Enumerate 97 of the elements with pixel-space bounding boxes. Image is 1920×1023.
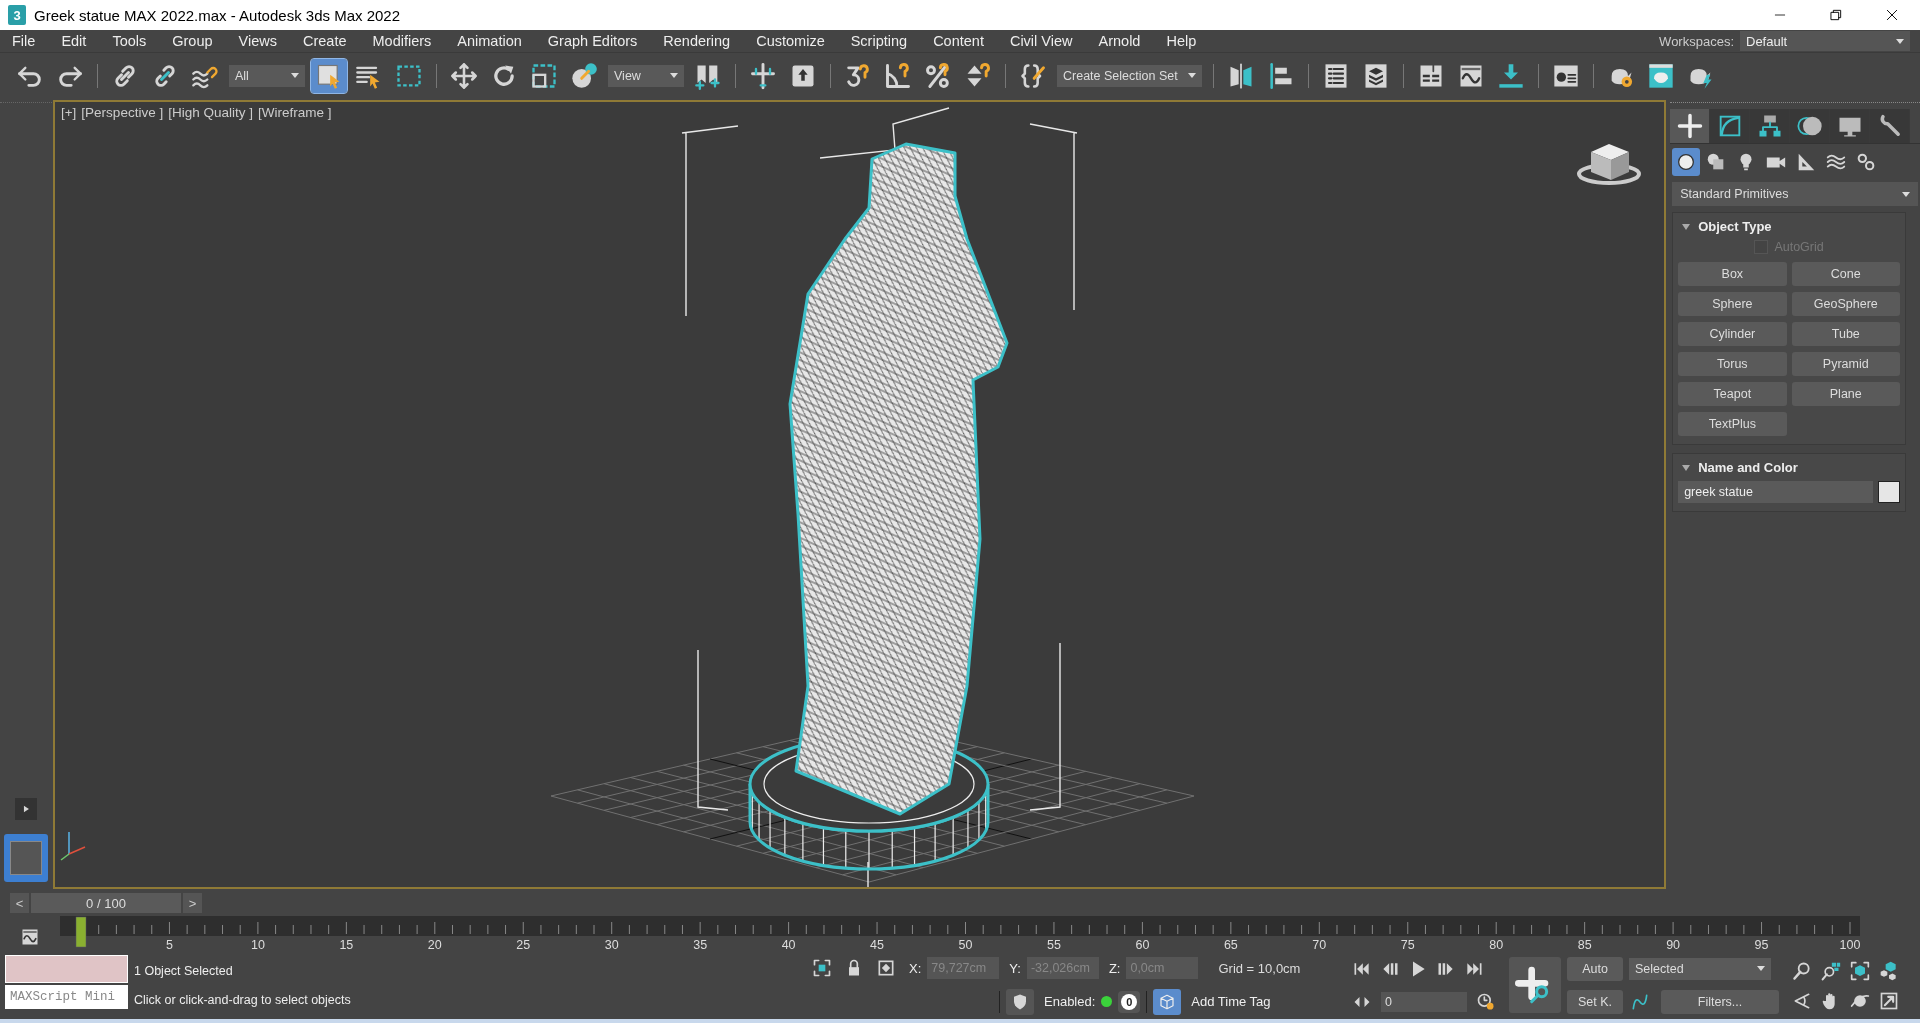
primitive-button[interactable]: GeoSphere — [1791, 292, 1900, 316]
menu-item[interactable]: Help — [1154, 30, 1209, 52]
primitive-button[interactable]: TextPlus — [1678, 412, 1787, 436]
view-cube[interactable] — [1576, 144, 1641, 185]
frame-number: 20 — [427, 938, 442, 952]
frame-number: 40 — [781, 938, 796, 952]
primitive-button[interactable]: Pyramid — [1791, 352, 1900, 376]
frame-number: 45 — [870, 938, 884, 952]
next-frame-button[interactable]: > — [183, 893, 202, 913]
shield-icon[interactable] — [1006, 988, 1034, 1015]
close-icon[interactable] — [1884, 7, 1900, 23]
plus-icon[interactable] — [1670, 109, 1711, 143]
frame-number: 95 — [1754, 938, 1769, 952]
frame-number: 80 — [1489, 938, 1504, 952]
primitive-button[interactable]: Torus — [1678, 352, 1787, 376]
toolbar-dropdown[interactable]: Create Selection Set — [1057, 64, 1202, 87]
primitive-button[interactable]: Box — [1678, 262, 1787, 286]
axis-tripod-icon — [60, 831, 86, 861]
track-bar[interactable] — [60, 916, 1860, 936]
cube-icon[interactable] — [1153, 988, 1182, 1015]
menu-item[interactable]: Edit — [49, 30, 99, 52]
enabled-label: Enabled: — [1044, 994, 1096, 1010]
frame-number: 55 — [1047, 938, 1061, 952]
menu-item[interactable]: Views — [226, 30, 289, 52]
coordinate-label: Y: — [1009, 960, 1021, 976]
primitive-button[interactable]: Cylinder — [1678, 322, 1787, 346]
frame-number: 15 — [339, 938, 354, 952]
wrench-icon[interactable] — [1870, 109, 1911, 143]
primitive-button[interactable]: Cone — [1791, 262, 1900, 286]
menu-item[interactable]: Tools — [100, 30, 159, 52]
time-slider-thumb[interactable]: 0 / 100 — [31, 893, 181, 913]
frame-number: 35 — [693, 938, 708, 952]
primitive-button[interactable]: Sphere — [1678, 292, 1787, 316]
menu-item[interactable]: Modifiers — [360, 30, 444, 52]
menu-item[interactable]: Civil View — [997, 30, 1085, 52]
toolbar-dropdown[interactable]: All — [229, 64, 305, 87]
viewport-label[interactable]: [Perspective ] — [81, 105, 164, 120]
menu-item[interactable]: Customize — [744, 30, 837, 52]
primitive-button[interactable]: Plane — [1791, 382, 1900, 406]
workspaces-dropdown[interactable]: Default — [1740, 31, 1910, 51]
viewport-label[interactable]: [High Quality ] — [168, 105, 253, 120]
frame-number: 85 — [1577, 938, 1592, 952]
object-name-field[interactable]: greek statue — [1678, 481, 1873, 503]
frame-marker[interactable] — [75, 916, 87, 948]
key-plus-icon[interactable] — [1509, 957, 1561, 1013]
primitive-button[interactable]: Tube — [1791, 322, 1900, 346]
frame-number: 90 — [1666, 938, 1681, 952]
coordinate-label: X: — [909, 960, 922, 976]
viewport-label[interactable]: [+] — [60, 105, 77, 120]
selection-status: 1 Object Selected — [134, 963, 234, 978]
menu-item[interactable]: Animation — [445, 30, 534, 52]
menu-item[interactable]: Rendering — [651, 30, 743, 52]
window-title: Greek statue MAX 2022.max - Autodesk 3ds Max 2022 — [34, 6, 402, 24]
count-badge: 0 — [1118, 990, 1141, 1013]
frame-number: 65 — [1223, 938, 1238, 952]
menu-item[interactable]: Group — [160, 30, 225, 52]
select-object-icon[interactable] — [311, 58, 347, 93]
maxscript-field[interactable]: MAXScript Mini — [5, 985, 128, 1009]
menu-item[interactable]: Content — [921, 30, 996, 52]
key-filter-dropdown[interactable]: Selected — [1629, 957, 1771, 980]
coordinate-label: Z: — [1108, 960, 1121, 976]
workspaces-label: Workspaces: — [1659, 33, 1734, 49]
viewport-label[interactable]: [Wireframe ] — [257, 105, 332, 120]
category-dropdown[interactable]: Standard Primitives — [1672, 182, 1918, 206]
menu-item[interactable]: Scripting — [838, 30, 920, 52]
rollout-header[interactable]: Object Type — [1678, 219, 1772, 234]
menu-item[interactable]: Create — [290, 30, 359, 52]
frame-number: 30 — [604, 938, 619, 952]
frame-number: 70 — [1312, 938, 1327, 952]
frame-number: 100 — [1839, 938, 1860, 952]
frame-number: 50 — [958, 938, 973, 952]
add-time-tag-link[interactable]: Add Time Tag — [1191, 994, 1271, 1010]
previous-frame-button[interactable]: < — [10, 893, 29, 913]
frame-number: 5 — [165, 938, 173, 952]
frame-number: 60 — [1135, 938, 1150, 952]
restore-icon[interactable] — [1828, 7, 1844, 23]
menu-item[interactable]: File — [0, 30, 48, 52]
set-key-button[interactable]: Set K. — [1567, 990, 1623, 1015]
perspective-viewport[interactable]: [+] [Perspective ] [High Quality ] [Wireframe ] — [54, 102, 1665, 887]
rollout-header[interactable]: Name and Color — [1678, 460, 1798, 475]
app-logo: 3 — [8, 5, 26, 25]
filters-button[interactable]: Filters... — [1661, 990, 1779, 1015]
viewport-layout-thumbnail[interactable] — [4, 834, 48, 882]
modify-icon[interactable] — [1710, 109, 1751, 143]
prompt-text: Click or click-and-drag to select objects — [134, 993, 352, 1008]
primitive-button[interactable]: Teapot — [1678, 382, 1787, 406]
grid-size: Grid = 10,0cm — [1218, 960, 1301, 976]
color-swatch[interactable] — [1878, 481, 1900, 503]
toolbar-dropdown[interactable]: View — [608, 64, 684, 87]
frame-number: 75 — [1400, 938, 1415, 952]
frame-number: 25 — [516, 938, 531, 952]
play-icon[interactable] — [15, 798, 37, 820]
menu-item[interactable]: Graph Editors — [535, 30, 650, 52]
current-frame-field[interactable]: 0 — [1381, 992, 1467, 1013]
auto-key-button[interactable]: Auto — [1567, 956, 1623, 981]
frame-number: 10 — [250, 938, 265, 952]
menu-item[interactable]: Arnold — [1086, 30, 1153, 52]
